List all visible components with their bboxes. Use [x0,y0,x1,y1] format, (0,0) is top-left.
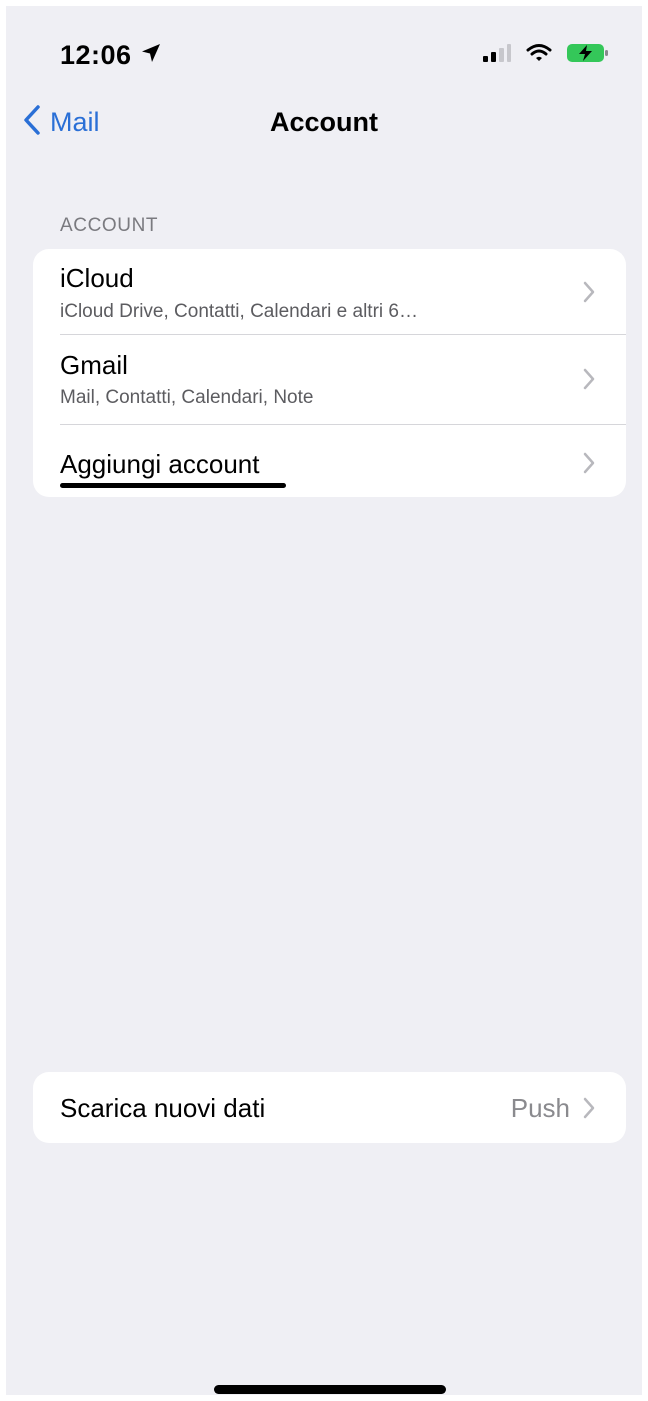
status-time-label: 12:06 [60,40,132,70]
chevron-right-icon [580,1096,598,1120]
account-row-icloud[interactable]: iCloud iCloud Drive, Contatti, Calendari… [33,249,626,334]
accounts-list: iCloud iCloud Drive, Contatti, Calendari… [33,249,626,497]
home-indicator[interactable] [214,1385,446,1394]
page-title: Account [270,107,378,137]
fetch-new-data-label: Scarica nuovi dati [60,1093,266,1123]
wifi-icon [526,43,552,68]
account-subtitle: iCloud Drive, Contatti, Calendari e altr… [60,301,418,322]
account-subtitle: Mail, Contatti, Calendari, Note [60,387,314,408]
chevron-right-icon [580,280,598,304]
settings-screen: 12:06 Mail Account ACCOUNT iCloud iCloud… [6,6,642,1395]
location-arrow-icon [140,40,162,71]
chevron-right-icon [580,367,598,391]
status-time: 12:06 [60,40,162,71]
highlight-underline [60,483,286,488]
account-row-gmail[interactable]: Gmail Mail, Contatti, Calendari, Note [33,335,626,423]
account-title: Gmail [60,350,128,380]
battery-charging-icon [566,42,610,69]
add-account-label: Aggiungi account [60,449,260,479]
account-title: iCloud [60,263,134,293]
fetch-new-data-row[interactable]: Scarica nuovi dati Push [33,1072,626,1143]
status-icons [482,42,610,69]
section-header-account: ACCOUNT [60,215,159,236]
fetch-new-data-value: Push [510,1093,570,1123]
cellular-signal-icon [482,43,512,68]
chevron-right-icon [580,451,598,475]
